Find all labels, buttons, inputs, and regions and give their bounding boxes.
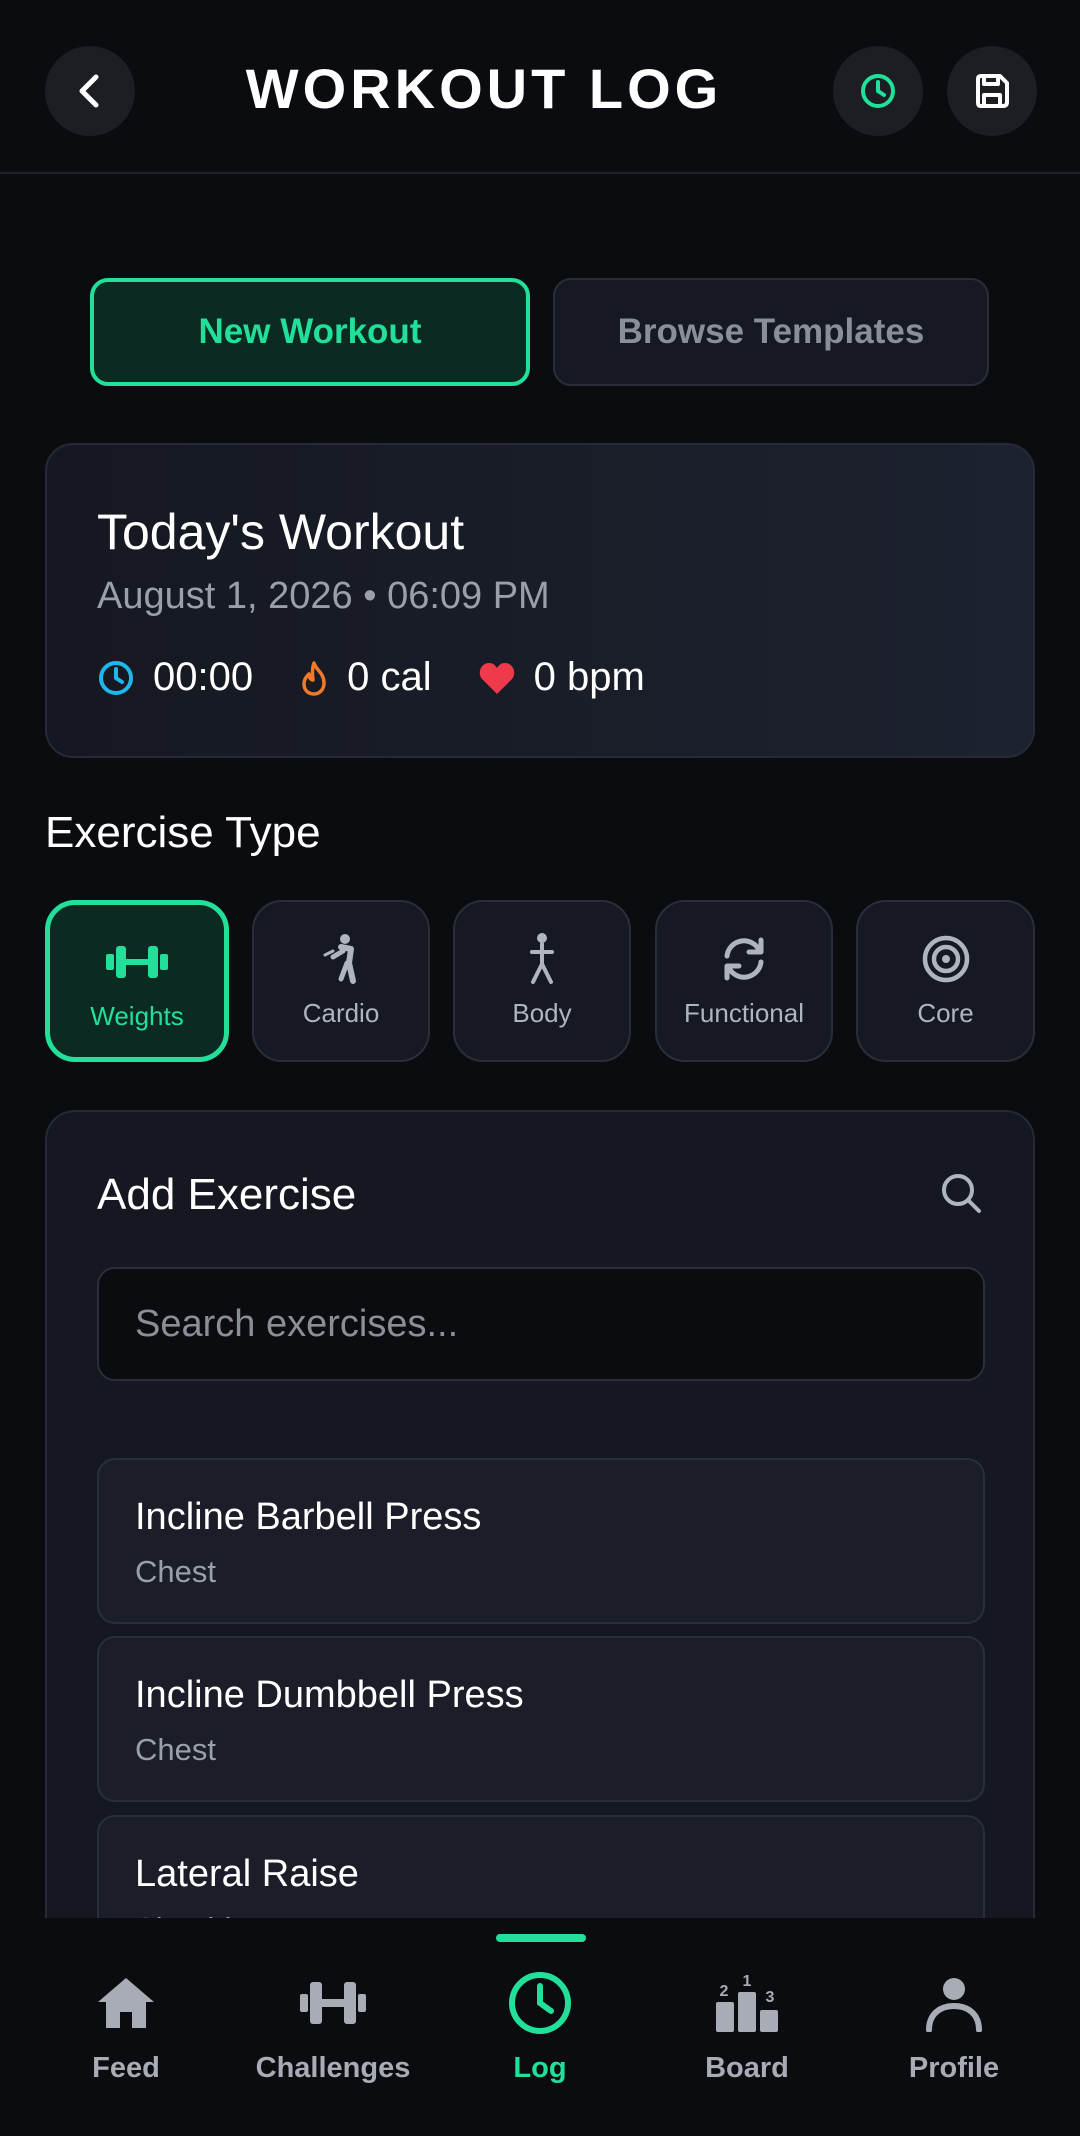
duration-value: 00:00 [153, 655, 254, 699]
search-icon [942, 1174, 981, 1213]
exercise-name: Incline Dumbbell Press [135, 1674, 524, 1716]
exercise-muscle-group: Chest [135, 1554, 216, 1589]
body-icon [530, 933, 554, 984]
dumbbell-icon [300, 1982, 366, 2024]
new-workout-button[interactable]: New Workout [90, 278, 530, 386]
heart-icon [479, 662, 514, 694]
calories-value: 0 cal [347, 655, 432, 699]
workout-stats: 00:00 0 cal 0 bpm [97, 655, 691, 700]
today-workout-card: Today's Workout August 1, 2026 • 06:09 P… [45, 443, 1035, 758]
type-label: Body [512, 998, 572, 1028]
calories-stat: 0 cal [299, 655, 432, 700]
nav-feed[interactable]: Feed [26, 1968, 226, 2085]
home-icon [98, 1978, 154, 2028]
nav-label: Profile [908, 2052, 1000, 2084]
bottom-nav: Feed Challenges Log 1 2 3 Board Profile [0, 1918, 1080, 2136]
svg-text:2: 2 [720, 1983, 729, 2000]
nav-board[interactable]: 1 2 3 Board [647, 1968, 847, 2085]
type-body[interactable]: Body [453, 900, 631, 1062]
page-title: WORKOUT LOG [245, 57, 723, 120]
exercise-name: Lateral Raise [135, 1853, 359, 1895]
save-button[interactable] [947, 46, 1037, 136]
type-label: Core [917, 998, 974, 1028]
browse-templates-button[interactable]: Browse Templates [553, 278, 989, 386]
running-icon [323, 934, 356, 984]
clock-icon [509, 1972, 571, 2034]
type-label: Functional [684, 998, 804, 1028]
duration-stat: 00:00 [97, 655, 253, 700]
today-workout-title: Today's Workout [97, 504, 465, 560]
active-tab-indicator [496, 1934, 586, 1942]
add-exercise-title: Add Exercise [97, 1170, 357, 1219]
heart-rate-stat: 0 bpm [478, 655, 645, 700]
nav-label: Feed [92, 2052, 160, 2084]
nav-profile[interactable]: Profile [854, 1968, 1054, 2085]
header: WORKOUT LOG [0, 0, 1080, 174]
nav-challenges[interactable]: Challenges [233, 1968, 433, 2085]
heart-rate-value: 0 bpm [533, 655, 645, 699]
save-icon [976, 74, 1009, 108]
type-core[interactable]: Core [856, 900, 1035, 1062]
svg-text:1: 1 [743, 1973, 752, 1990]
workout-log-screen: WORKOUT LOG New Workout Browse Templates… [0, 0, 1080, 2136]
search-input[interactable] [97, 1267, 985, 1381]
nav-label: Challenges [255, 2052, 411, 2084]
type-cardio[interactable]: Cardio [252, 900, 430, 1062]
svg-text:3: 3 [766, 1989, 775, 2006]
type-label: Weights [90, 1001, 184, 1031]
nav-label: Log [513, 2052, 567, 2084]
type-label: Cardio [302, 998, 380, 1028]
type-functional[interactable]: Functional [655, 900, 833, 1062]
today-workout-date: August 1, 2026 • 06:09 PM [97, 575, 550, 617]
exercise-item[interactable]: Incline Dumbbell Press Chest [97, 1636, 985, 1802]
nav-label: Board [705, 2052, 789, 2084]
clock-icon [861, 74, 895, 108]
refresh-icon [724, 937, 764, 981]
exercise-item[interactable]: Incline Barbell Press Chest [97, 1458, 985, 1624]
exercise-muscle-group: Chest [135, 1732, 216, 1767]
fire-icon [302, 660, 326, 696]
history-button[interactable] [833, 46, 923, 136]
person-icon [926, 1978, 982, 2032]
exercise-type-label: Exercise Type [45, 808, 321, 857]
exercise-name: Incline Barbell Press [135, 1496, 482, 1538]
search-button[interactable] [940, 1172, 982, 1219]
nav-log[interactable]: Log [440, 1968, 640, 2085]
target-icon [922, 935, 969, 983]
clock-icon [99, 660, 133, 695]
podium-icon: 1 2 3 [716, 1973, 778, 2032]
dumbbell-icon [106, 946, 168, 978]
type-weights[interactable]: Weights [45, 900, 229, 1062]
